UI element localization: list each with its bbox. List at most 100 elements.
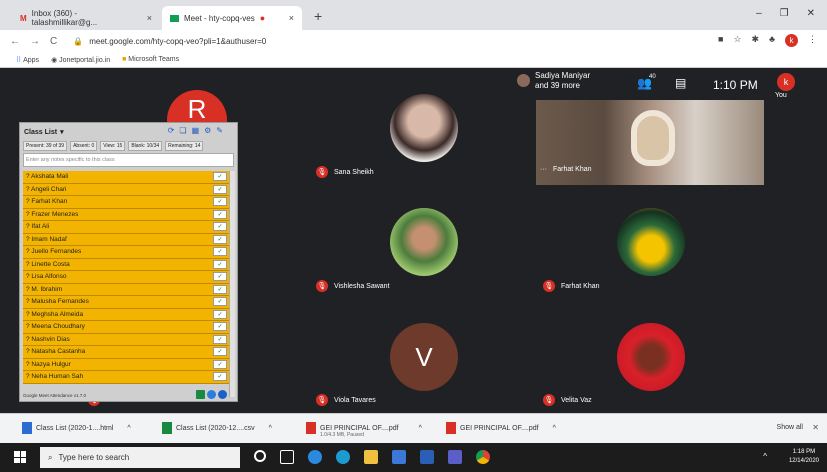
student-row[interactable]: ? M. Ibrahim ✓ bbox=[23, 283, 229, 296]
class-list-scrollbar[interactable] bbox=[229, 171, 235, 397]
pin-icon[interactable]: ✎ bbox=[216, 126, 223, 135]
show-all-downloads[interactable]: Show all bbox=[777, 424, 803, 431]
cortana-icon[interactable] bbox=[254, 450, 266, 462]
system-clock[interactable]: 1:18 PM 12/14/2020 bbox=[789, 448, 819, 466]
chevron-up-icon[interactable]: ^ bbox=[553, 425, 556, 432]
forward-icon[interactable]: → bbox=[30, 36, 40, 47]
puzzle-icon[interactable]: ♣ bbox=[769, 34, 775, 47]
extension-icon[interactable]: ✱ bbox=[752, 34, 760, 47]
bookmark-jionet[interactable]: ◉ Jonetportal.jio.in bbox=[51, 56, 110, 64]
download-item[interactable]: Class List (2020-12....csv ^ bbox=[162, 422, 272, 434]
maximize-icon[interactable]: ❐ bbox=[780, 8, 789, 19]
edge-icon[interactable] bbox=[308, 450, 322, 464]
download-item[interactable]: GEI PRINCIPAL OF....pdf ^ bbox=[446, 422, 556, 434]
student-row[interactable]: ? Natasha Castanha ✓ bbox=[23, 346, 229, 359]
tray-chevron-icon[interactable]: ^ bbox=[763, 452, 767, 461]
store-icon[interactable] bbox=[392, 450, 406, 464]
student-row[interactable]: ? Linette Costa ✓ bbox=[23, 258, 229, 271]
presenter-more: and 39 more bbox=[535, 81, 580, 90]
checkmark-icon[interactable]: ✓ bbox=[213, 209, 227, 219]
checkmark-icon[interactable]: ✓ bbox=[213, 272, 227, 282]
minimize-icon[interactable]: – bbox=[756, 8, 762, 19]
chrome-taskbar-icon[interactable] bbox=[476, 450, 490, 464]
student-row[interactable]: ? Neha Human Sah ✓ bbox=[23, 371, 229, 384]
excel-icon[interactable] bbox=[196, 390, 205, 399]
checkmark-icon[interactable]: ✓ bbox=[213, 259, 227, 269]
student-row[interactable]: ? Lisa Alfonso ✓ bbox=[23, 271, 229, 284]
checkmark-icon[interactable]: ✓ bbox=[213, 309, 227, 319]
edge-chromium-icon[interactable] bbox=[336, 450, 350, 464]
student-row[interactable]: ? Angeli Chari ✓ bbox=[23, 183, 229, 196]
student-name: ? Imam Nadaf bbox=[26, 235, 67, 243]
student-row[interactable]: ? Meghsha Almeida ✓ bbox=[23, 308, 229, 321]
absent-count[interactable]: Absent: 0 bbox=[70, 141, 98, 151]
camera-icon[interactable]: ■ bbox=[718, 34, 723, 47]
download-item[interactable]: Class List (2020-1....html ^ bbox=[22, 422, 131, 434]
tab-meet[interactable]: Meet - hty-copq-ves ● × bbox=[162, 6, 302, 30]
refresh-icon[interactable]: ⟳ bbox=[168, 126, 175, 135]
student-row[interactable]: ? Juello Fernandes ✓ bbox=[23, 246, 229, 259]
teams-taskbar-icon[interactable] bbox=[448, 450, 462, 464]
teams-icon: ■ bbox=[122, 56, 127, 63]
checkmark-icon[interactable]: ✓ bbox=[213, 172, 227, 182]
student-row[interactable]: ? Farhat Khan ✓ bbox=[23, 196, 229, 209]
close-tab-icon[interactable]: × bbox=[289, 13, 294, 23]
dropdown-icon[interactable]: ▾ bbox=[60, 128, 64, 136]
url-field[interactable]: 🔒 meet.google.com/hty-copq-veo?pli=1&auth… bbox=[73, 37, 266, 46]
tab-gmail[interactable]: M Inbox (360) - talashmillikar@g... × bbox=[12, 6, 160, 30]
checkmark-icon[interactable]: ✓ bbox=[213, 334, 227, 344]
close-tab-icon[interactable]: × bbox=[147, 13, 152, 23]
student-row[interactable]: ? Ifat Ali ✓ bbox=[23, 221, 229, 234]
reload-icon[interactable]: C bbox=[50, 36, 57, 47]
checkmark-icon[interactable]: ✓ bbox=[213, 297, 227, 307]
export-icon[interactable]: ▦ bbox=[192, 126, 200, 135]
student-row[interactable]: ? Imam Nadaf ✓ bbox=[23, 233, 229, 246]
present-count[interactable]: Present: 39 of 39 bbox=[23, 141, 68, 151]
new-tab-button[interactable]: + bbox=[314, 8, 322, 24]
checkmark-icon[interactable]: ✓ bbox=[213, 284, 227, 294]
chat-icon[interactable]: ▤ bbox=[675, 76, 686, 90]
menu-icon[interactable]: ⋮ bbox=[808, 34, 817, 47]
meeting-clock: 1:10 PM bbox=[713, 78, 758, 92]
photos-icon[interactable] bbox=[420, 450, 434, 464]
chrome-icon[interactable] bbox=[207, 390, 216, 399]
checkmark-icon[interactable]: ✓ bbox=[213, 372, 227, 382]
checkmark-icon[interactable]: ✓ bbox=[213, 234, 227, 244]
student-row[interactable]: ? Nazya Hulgur ✓ bbox=[23, 358, 229, 371]
blank-count[interactable]: Blank: 10/34 bbox=[128, 141, 163, 151]
checkmark-icon[interactable]: ✓ bbox=[213, 247, 227, 257]
checkmark-icon[interactable]: ✓ bbox=[213, 322, 227, 332]
self-avatar[interactable]: k bbox=[777, 73, 795, 91]
view-count[interactable]: View: 15 bbox=[100, 141, 126, 151]
help-icon[interactable] bbox=[218, 390, 227, 399]
student-row[interactable]: ? Malusha Fernandes ✓ bbox=[23, 296, 229, 309]
chevron-up-icon[interactable]: ^ bbox=[419, 425, 422, 432]
settings-icon[interactable]: ⚙ bbox=[204, 126, 211, 135]
task-view-icon[interactable] bbox=[280, 450, 294, 464]
student-row[interactable]: ? Akshata Mali ✓ bbox=[23, 171, 229, 184]
taskbar-search[interactable]: ⌕ Type here to search bbox=[40, 447, 240, 468]
copy-icon[interactable]: ❏ bbox=[179, 126, 186, 135]
back-icon[interactable]: ← bbox=[10, 36, 20, 47]
remaining-count[interactable]: Remaining: 14 bbox=[165, 141, 204, 151]
class-notes-input[interactable]: Enter any notes specific to this class bbox=[23, 153, 234, 167]
checkmark-icon[interactable]: ✓ bbox=[213, 359, 227, 369]
file-explorer-icon[interactable] bbox=[364, 450, 378, 464]
checkmark-icon[interactable]: ✓ bbox=[213, 222, 227, 232]
student-row[interactable]: ? Frazer Menezes ✓ bbox=[23, 208, 229, 221]
close-window-icon[interactable]: ✕ bbox=[807, 8, 815, 19]
checkmark-icon[interactable]: ✓ bbox=[213, 184, 227, 194]
bookmark-teams[interactable]: ■ Microsoft Teams bbox=[122, 56, 179, 63]
close-downloads-icon[interactable]: ✕ bbox=[812, 423, 819, 432]
checkmark-icon[interactable]: ✓ bbox=[213, 197, 227, 207]
chevron-up-icon[interactable]: ^ bbox=[127, 425, 130, 432]
chevron-up-icon[interactable]: ^ bbox=[269, 425, 272, 432]
student-row[interactable]: ? Meena Choudhary ✓ bbox=[23, 321, 229, 334]
student-row[interactable]: ? Nashvin Dias ✓ bbox=[23, 333, 229, 346]
star-icon[interactable]: ☆ bbox=[733, 34, 741, 47]
download-item[interactable]: GEI PRINCIPAL OF....pdf 1.0/4.3 MB, Paus… bbox=[306, 422, 422, 438]
profile-avatar[interactable]: k bbox=[785, 34, 798, 47]
checkmark-icon[interactable]: ✓ bbox=[213, 347, 227, 357]
windows-start-icon[interactable] bbox=[14, 451, 26, 463]
bookmark-apps[interactable]: ⠿ Apps bbox=[16, 56, 39, 64]
